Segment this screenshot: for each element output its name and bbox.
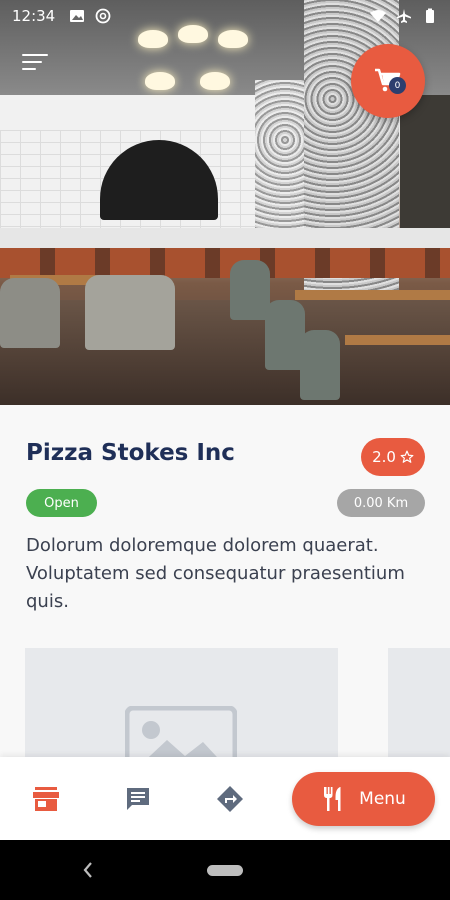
hero-chandelier-light bbox=[218, 30, 248, 48]
reviews-tab[interactable] bbox=[123, 784, 153, 814]
airplane-icon bbox=[397, 9, 411, 23]
rating-badge: 2.0 bbox=[361, 438, 425, 476]
hero-chair bbox=[230, 260, 270, 320]
hero-chandelier-light bbox=[145, 72, 175, 90]
hero-chandelier-light bbox=[200, 72, 230, 90]
menu-button[interactable]: Menu bbox=[292, 772, 435, 826]
wifi-icon bbox=[370, 10, 386, 22]
restaurant-name: Pizza Stokes Inc bbox=[26, 440, 235, 466]
cart-count-badge: 0 bbox=[389, 77, 406, 94]
distance-badge: 0.00 Km bbox=[337, 489, 425, 517]
gallery-image[interactable] bbox=[388, 648, 450, 757]
hero-chair bbox=[85, 275, 175, 350]
store-tab[interactable] bbox=[31, 784, 61, 814]
hero-table bbox=[345, 335, 450, 345]
chat-icon bbox=[127, 788, 149, 810]
menu-icon[interactable] bbox=[22, 54, 48, 74]
back-icon[interactable] bbox=[80, 860, 96, 880]
menu-button-label: Menu bbox=[359, 789, 406, 809]
hero-shelf bbox=[400, 95, 450, 235]
hero-chair bbox=[0, 278, 60, 348]
hero-banquette bbox=[0, 248, 450, 278]
hero-table bbox=[295, 290, 450, 300]
status-badge: Open bbox=[26, 489, 97, 517]
rating-value: 2.0 bbox=[372, 448, 396, 466]
star-icon bbox=[400, 450, 414, 463]
home-button[interactable] bbox=[207, 865, 243, 876]
image-placeholder-icon bbox=[125, 706, 237, 757]
system-navigation-bar bbox=[0, 840, 450, 900]
hero-pillar-small bbox=[255, 80, 305, 230]
bottom-navigation: Menu bbox=[0, 757, 450, 840]
hero-floor bbox=[0, 300, 450, 405]
directions-icon bbox=[217, 786, 243, 812]
hero-chair bbox=[265, 300, 305, 370]
battery-icon bbox=[426, 8, 434, 23]
status-bar: 12:34 bbox=[0, 0, 450, 32]
gallery-image[interactable] bbox=[25, 648, 338, 757]
cart-button[interactable]: 0 bbox=[351, 44, 425, 118]
status-time: 12:34 bbox=[12, 7, 56, 25]
directions-tab[interactable] bbox=[215, 784, 245, 814]
store-icon bbox=[33, 787, 59, 811]
at-sign-icon bbox=[95, 8, 111, 24]
hero-chandelier-light bbox=[138, 30, 168, 48]
restaurant-description: Dolorum doloremque dolorem quaerat. Volu… bbox=[26, 535, 405, 612]
image-icon bbox=[70, 10, 85, 22]
hero-chair bbox=[300, 330, 340, 400]
restaurant-details: Pizza Stokes Inc 2.0 Open 0.00 Km Doloru… bbox=[0, 405, 450, 757]
fork-knife-icon bbox=[324, 787, 341, 811]
